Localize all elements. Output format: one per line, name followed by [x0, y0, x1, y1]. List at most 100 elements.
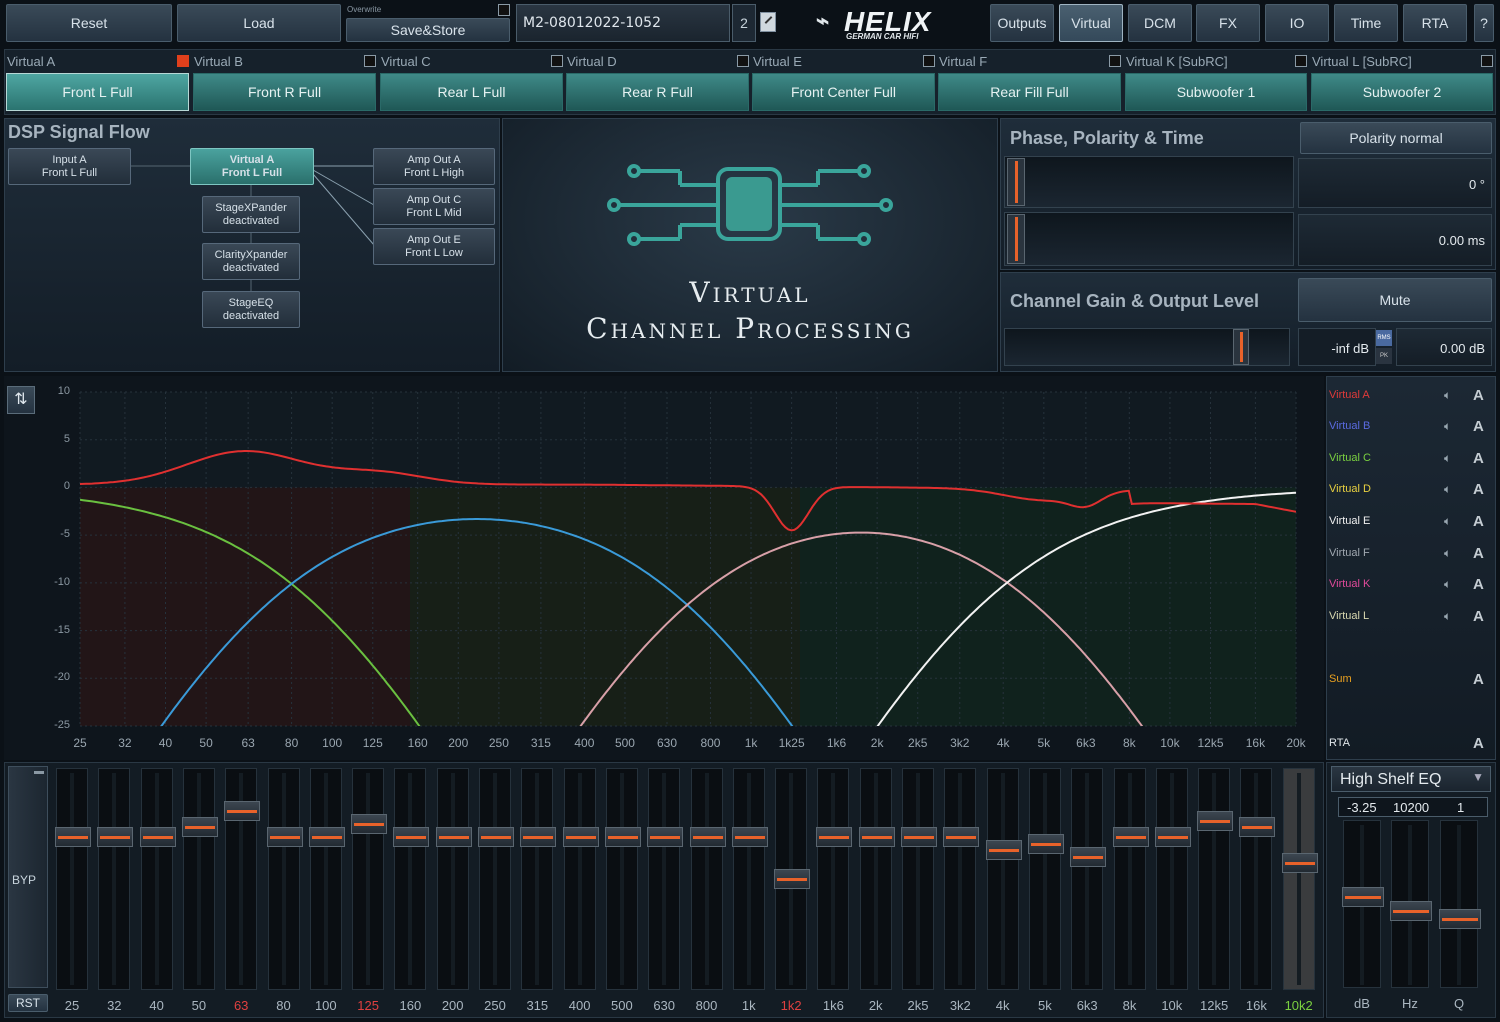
auto-icon[interactable]: A	[1473, 671, 1484, 688]
eq-band-slider[interactable]	[604, 768, 641, 990]
eq-band-slider[interactable]	[1070, 768, 1107, 990]
eq-band-slider[interactable]	[1239, 768, 1276, 990]
legend-virtual-b[interactable]: Virtual B 🔈︎ A	[1329, 418, 1489, 435]
nav-rta[interactable]: RTA	[1403, 4, 1467, 42]
pk-toggle[interactable]: PK	[1376, 348, 1392, 364]
shelf-values[interactable]: -3.25 10200 1	[1338, 797, 1488, 817]
eq-band-slider[interactable]	[689, 768, 726, 990]
time-value[interactable]: 0.00 ms	[1298, 214, 1492, 266]
eq-band-slider[interactable]	[181, 768, 218, 990]
slider-knob[interactable]	[308, 827, 345, 847]
eq-band-slider[interactable]	[478, 768, 514, 990]
eq-band-slider[interactable]	[266, 768, 303, 990]
auto-icon[interactable]: A	[1473, 545, 1484, 562]
mute-button[interactable]: Mute	[1298, 278, 1492, 322]
eq-band-slider[interactable]	[1281, 768, 1318, 990]
eq-band-slider[interactable]	[985, 768, 1022, 990]
auto-icon[interactable]: A	[1473, 387, 1484, 404]
eq-band-slider[interactable]	[55, 768, 91, 990]
shelf-q-slider[interactable]	[1439, 820, 1481, 988]
filter-type-select[interactable]: High Shelf EQ ▼	[1331, 766, 1491, 792]
slider-knob[interactable]	[1027, 833, 1064, 854]
eq-band-slider[interactable]	[308, 768, 345, 990]
shelf-db-slider[interactable]	[1342, 820, 1384, 988]
legend-virtual-f[interactable]: Virtual F 🔈︎ A	[1329, 545, 1489, 562]
eq-band-slider[interactable]	[858, 768, 895, 990]
speaker-icon[interactable]: 🔈︎	[1444, 514, 1451, 529]
eq-band-slider[interactable]	[435, 768, 472, 990]
polarity-button[interactable]: Polarity normal	[1300, 122, 1492, 154]
gain-value[interactable]: 0.00 dB	[1396, 328, 1492, 366]
speaker-icon[interactable]: 🔈︎	[1444, 482, 1451, 497]
speaker-icon[interactable]: 🔈︎	[1444, 388, 1451, 403]
slider-knob[interactable]	[266, 827, 303, 847]
auto-icon[interactable]: A	[1473, 608, 1484, 625]
eq-band-slider[interactable]	[393, 768, 430, 990]
slider-knob[interactable]	[858, 827, 895, 847]
eq-band-slider[interactable]	[1027, 768, 1064, 990]
speaker-icon[interactable]: 🔈︎	[1444, 577, 1451, 592]
slider-knob[interactable]	[97, 827, 134, 847]
eq-band-slider[interactable]	[1154, 768, 1191, 990]
slider-knob[interactable]	[1197, 810, 1234, 831]
slider-knob[interactable]	[689, 827, 726, 847]
legend-virtual-k[interactable]: Virtual K 🔈︎ A	[1329, 576, 1489, 593]
channel-button[interactable]: Subwoofer 2	[1311, 73, 1493, 111]
eq-band-slider[interactable]	[943, 768, 980, 990]
eq-band-slider[interactable]	[1197, 768, 1234, 990]
legend-sum[interactable]: Sum A	[1329, 671, 1489, 688]
frequency-response-graph[interactable]	[0, 0, 1320, 760]
rms-toggle[interactable]: RMS	[1376, 330, 1392, 346]
shelf-hz-slider[interactable]	[1390, 820, 1432, 988]
eq-band-slider[interactable]	[520, 768, 557, 990]
slider-knob[interactable]	[181, 817, 218, 838]
slider-knob[interactable]	[1239, 817, 1276, 838]
slider-knob[interactable]	[435, 827, 472, 847]
eq-band-slider[interactable]	[562, 768, 599, 990]
nav-time[interactable]: Time	[1334, 4, 1398, 42]
eq-band-slider[interactable]	[647, 768, 684, 990]
eq-band-slider[interactable]	[731, 768, 768, 990]
nav-help[interactable]: ?	[1474, 4, 1494, 42]
bypass-button[interactable]: BYP	[8, 766, 48, 988]
speaker-icon[interactable]: 🔈︎	[1444, 546, 1451, 561]
slider-knob[interactable]	[55, 827, 91, 847]
slider-knob[interactable]	[1070, 846, 1107, 867]
slider-knob[interactable]	[774, 869, 811, 890]
eq-band-slider[interactable]	[351, 768, 388, 990]
slider-knob[interactable]	[1154, 827, 1191, 847]
legend-virtual-a[interactable]: Virtual A 🔈︎ A	[1329, 387, 1489, 404]
speaker-icon[interactable]: 🔈︎	[1444, 419, 1451, 434]
reset-eq-button[interactable]: RST	[8, 994, 48, 1012]
legend-rta[interactable]: RTA A	[1329, 735, 1489, 752]
auto-icon[interactable]: A	[1473, 418, 1484, 435]
legend-virtual-l[interactable]: Virtual L 🔈︎ A	[1329, 608, 1489, 625]
eq-band-slider[interactable]	[139, 768, 176, 990]
virtual-tab-label[interactable]: Virtual L [SubRC]	[1312, 54, 1412, 69]
eq-band-slider[interactable]	[816, 768, 853, 990]
slider-knob[interactable]	[478, 827, 514, 847]
slider-knob[interactable]	[1112, 827, 1149, 847]
virtual-tab-checkbox[interactable]	[1481, 55, 1493, 67]
speaker-icon[interactable]: 🔈︎	[1444, 609, 1451, 624]
eq-band-slider[interactable]	[224, 768, 261, 990]
slider-knob[interactable]	[816, 827, 853, 847]
eq-band-slider[interactable]	[901, 768, 937, 990]
eq-band-slider[interactable]	[774, 768, 811, 990]
slider-knob[interactable]	[647, 827, 684, 847]
slider-knob[interactable]	[943, 827, 980, 847]
auto-icon[interactable]: A	[1473, 513, 1484, 530]
auto-icon[interactable]: A	[1473, 481, 1484, 498]
slider-knob[interactable]	[351, 814, 388, 834]
slider-knob[interactable]	[224, 801, 261, 821]
slider-knob[interactable]	[139, 827, 176, 847]
auto-icon[interactable]: A	[1473, 735, 1484, 752]
slider-knob[interactable]	[985, 840, 1022, 860]
legend-virtual-d[interactable]: Virtual D 🔈︎ A	[1329, 481, 1489, 498]
slider-knob[interactable]	[562, 827, 599, 847]
eq-band-slider[interactable]	[97, 768, 134, 990]
phase-value[interactable]: 0 °	[1298, 158, 1492, 208]
slider-knob[interactable]	[393, 827, 430, 847]
legend-virtual-c[interactable]: Virtual C 🔈︎ A	[1329, 450, 1489, 467]
slider-knob[interactable]	[731, 827, 768, 847]
